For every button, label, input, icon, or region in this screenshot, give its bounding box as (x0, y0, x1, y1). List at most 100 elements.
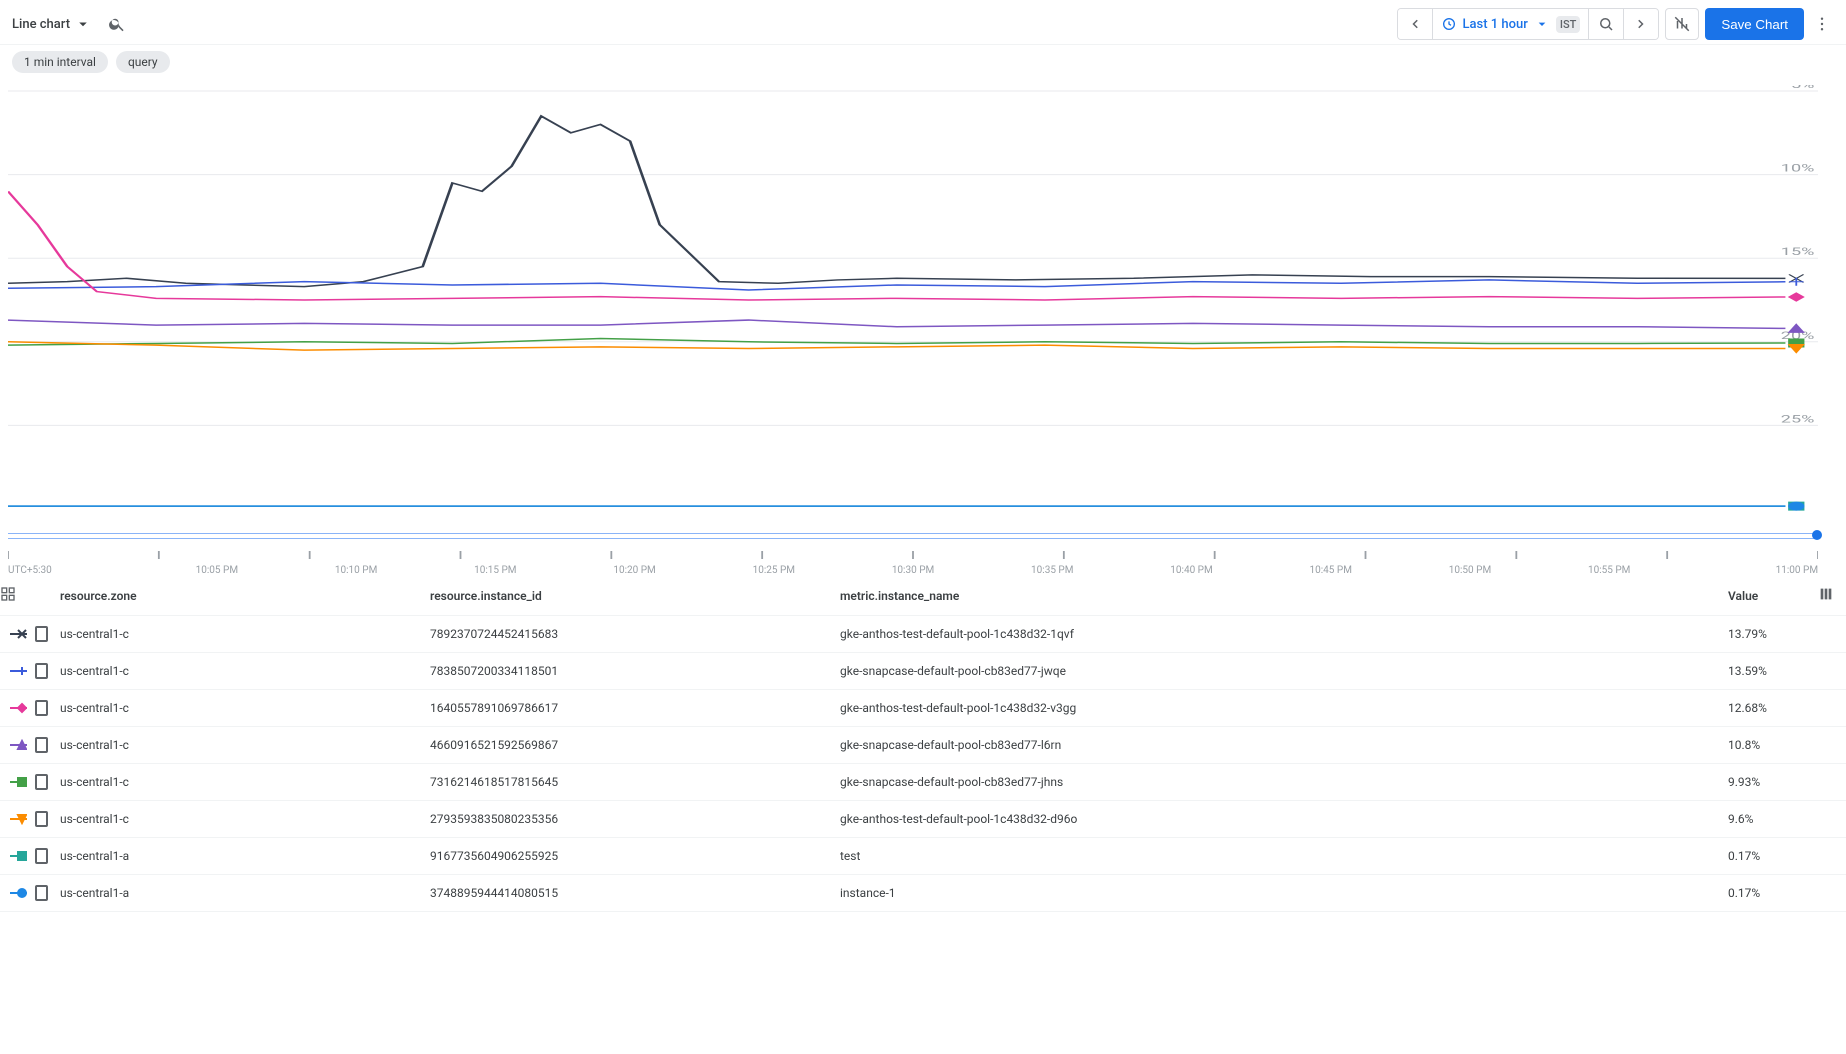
series-checkbox[interactable] (35, 774, 48, 790)
x-axis: UTC+5:3010:05 PM10:10 PM10:15 PM10:20 PM… (8, 561, 1818, 576)
cell-zone: us-central1-c (60, 727, 430, 764)
legend-row[interactable]: us-central1-c1640557891069786617gke-anth… (0, 690, 1846, 727)
series-end-marker (1789, 293, 1803, 301)
more-options-button[interactable] (1810, 8, 1834, 40)
x-tick: 10:25 PM (704, 565, 843, 576)
series-checkbox[interactable] (35, 663, 48, 679)
series-swatch (10, 702, 27, 714)
time-range-label: Last 1 hour (1463, 17, 1528, 32)
legend-row[interactable]: us-central1-c2793593835080235356gke-anth… (0, 801, 1846, 838)
save-chart-button[interactable]: Save Chart (1705, 8, 1804, 40)
x-tick: 10:35 PM (983, 565, 1122, 576)
chart-type-label: Line chart (12, 17, 70, 32)
svg-text:5%: 5% (1791, 85, 1815, 91)
minimap[interactable]: UTC+5:3010:05 PM10:10 PM10:15 PM10:20 PM… (8, 533, 1818, 576)
col-value[interactable]: Value (1728, 576, 1818, 616)
cell-instance-name: gke-snapcase-default-pool-cb83ed77-jhns (840, 764, 1728, 801)
cell-zone: us-central1-a (60, 838, 430, 875)
cell-instance-id: 2793593835080235356 (430, 801, 840, 838)
x-tick: 10:15 PM (426, 565, 565, 576)
x-tick: 10:20 PM (565, 565, 704, 576)
toolbar: Line chart Last 1 hour IST (0, 0, 1846, 45)
series-checkbox[interactable] (35, 737, 48, 753)
cell-zone: us-central1-a (60, 875, 430, 912)
cell-value: 9.6% (1728, 801, 1818, 838)
series-end-marker (1789, 278, 1803, 286)
x-tick: 10:30 PM (843, 565, 982, 576)
series-line[interactable] (8, 280, 1785, 290)
cell-instance-name: gke-anthos-test-default-pool-1c438d32-1q… (840, 616, 1728, 653)
col-zone[interactable]: resource.zone (60, 576, 430, 616)
legend-row[interactable]: us-central1-c7838507200334118501gke-snap… (0, 653, 1846, 690)
chart-area: 25%20%15%10%5% UTC+5:3010:05 PM10:10 PM1… (0, 85, 1846, 576)
cell-value: 13.59% (1728, 653, 1818, 690)
time-range-dropdown[interactable]: Last 1 hour IST (1432, 9, 1589, 39)
cell-instance-id: 7316214618517815645 (430, 764, 840, 801)
series-checkbox[interactable] (35, 885, 48, 901)
legend-row[interactable]: us-central1-a3748895944414080515instance… (0, 875, 1846, 912)
col-instance-id[interactable]: resource.instance_id (430, 576, 840, 616)
query-chip[interactable]: query (116, 51, 170, 73)
svg-text:10%: 10% (1781, 162, 1815, 174)
series-line[interactable] (8, 320, 1785, 328)
cell-instance-name: gke-snapcase-default-pool-cb83ed77-jwqe (840, 653, 1728, 690)
cell-instance-name: test (840, 838, 1728, 875)
zoom-in-button[interactable] (1588, 9, 1623, 39)
series-checkbox[interactable] (35, 626, 48, 642)
cell-zone: us-central1-c (60, 653, 430, 690)
svg-text:15%: 15% (1781, 246, 1815, 258)
series-checkbox[interactable] (35, 848, 48, 864)
x-tick: 10:40 PM (1122, 565, 1261, 576)
cell-instance-id: 7838507200334118501 (430, 653, 840, 690)
series-line[interactable] (8, 191, 1785, 300)
x-tick: 10:55 PM (1540, 565, 1679, 576)
time-next-button[interactable] (1623, 9, 1658, 39)
legend-row[interactable]: us-central1-a9167735604906255925test0.17… (0, 838, 1846, 875)
toolbar-right: Last 1 hour IST Save Chart (1397, 8, 1835, 40)
x-tick: 11:00 PM (1679, 565, 1818, 576)
group-by-icon[interactable] (0, 586, 16, 602)
minimap-handle[interactable] (1812, 530, 1822, 540)
time-prev-button[interactable] (1398, 9, 1432, 39)
series-swatch (10, 887, 27, 899)
legend-row[interactable]: us-central1-c4660916521592569867gke-snap… (0, 727, 1846, 764)
series-swatch (10, 665, 27, 677)
cell-instance-name: gke-anthos-test-default-pool-1c438d32-d9… (840, 801, 1728, 838)
cell-zone: us-central1-c (60, 764, 430, 801)
chart-type-dropdown[interactable]: Line chart (12, 15, 92, 33)
time-pager: Last 1 hour IST (1397, 8, 1660, 40)
series-line[interactable] (8, 116, 1785, 287)
cell-instance-id: 3748895944414080515 (430, 875, 840, 912)
chevron-down-icon (1534, 16, 1550, 32)
cell-instance-id: 1640557891069786617 (430, 690, 840, 727)
series-end-marker (1789, 502, 1803, 510)
chevron-down-icon (74, 15, 92, 33)
legend-header-row: resource.zone resource.instance_id metri… (0, 576, 1846, 616)
cell-zone: us-central1-c (60, 690, 430, 727)
legend-row[interactable]: us-central1-c7892370724452415683gke-anth… (0, 616, 1846, 653)
legend-row[interactable]: us-central1-c7316214618517815645gke-snap… (0, 764, 1846, 801)
cell-value: 9.93% (1728, 764, 1818, 801)
cell-zone: us-central1-c (60, 801, 430, 838)
cell-value: 0.17% (1728, 875, 1818, 912)
line-chart[interactable]: 25%20%15%10%5% (8, 85, 1818, 515)
series-swatch (10, 813, 27, 825)
query-chips: 1 min interval query (0, 45, 1846, 85)
series-swatch (10, 850, 27, 862)
series-checkbox[interactable] (35, 811, 48, 827)
col-instance-name[interactable]: metric.instance_name (840, 576, 1728, 616)
cell-instance-id: 7892370724452415683 (430, 616, 840, 653)
series-end-marker (1789, 344, 1803, 352)
series-swatch (10, 628, 27, 640)
search-icon[interactable] (108, 15, 126, 33)
cell-instance-name: instance-1 (840, 875, 1728, 912)
compare-off-button[interactable] (1665, 8, 1699, 40)
timezone-label: UTC+5:30 (8, 565, 147, 576)
cell-zone: us-central1-c (60, 616, 430, 653)
cell-value: 10.8% (1728, 727, 1818, 764)
interval-chip[interactable]: 1 min interval (12, 51, 108, 73)
series-checkbox[interactable] (35, 700, 48, 716)
svg-text:25%: 25% (1781, 413, 1815, 425)
columns-config-icon[interactable] (1818, 586, 1834, 602)
legend-table: resource.zone resource.instance_id metri… (0, 576, 1846, 912)
